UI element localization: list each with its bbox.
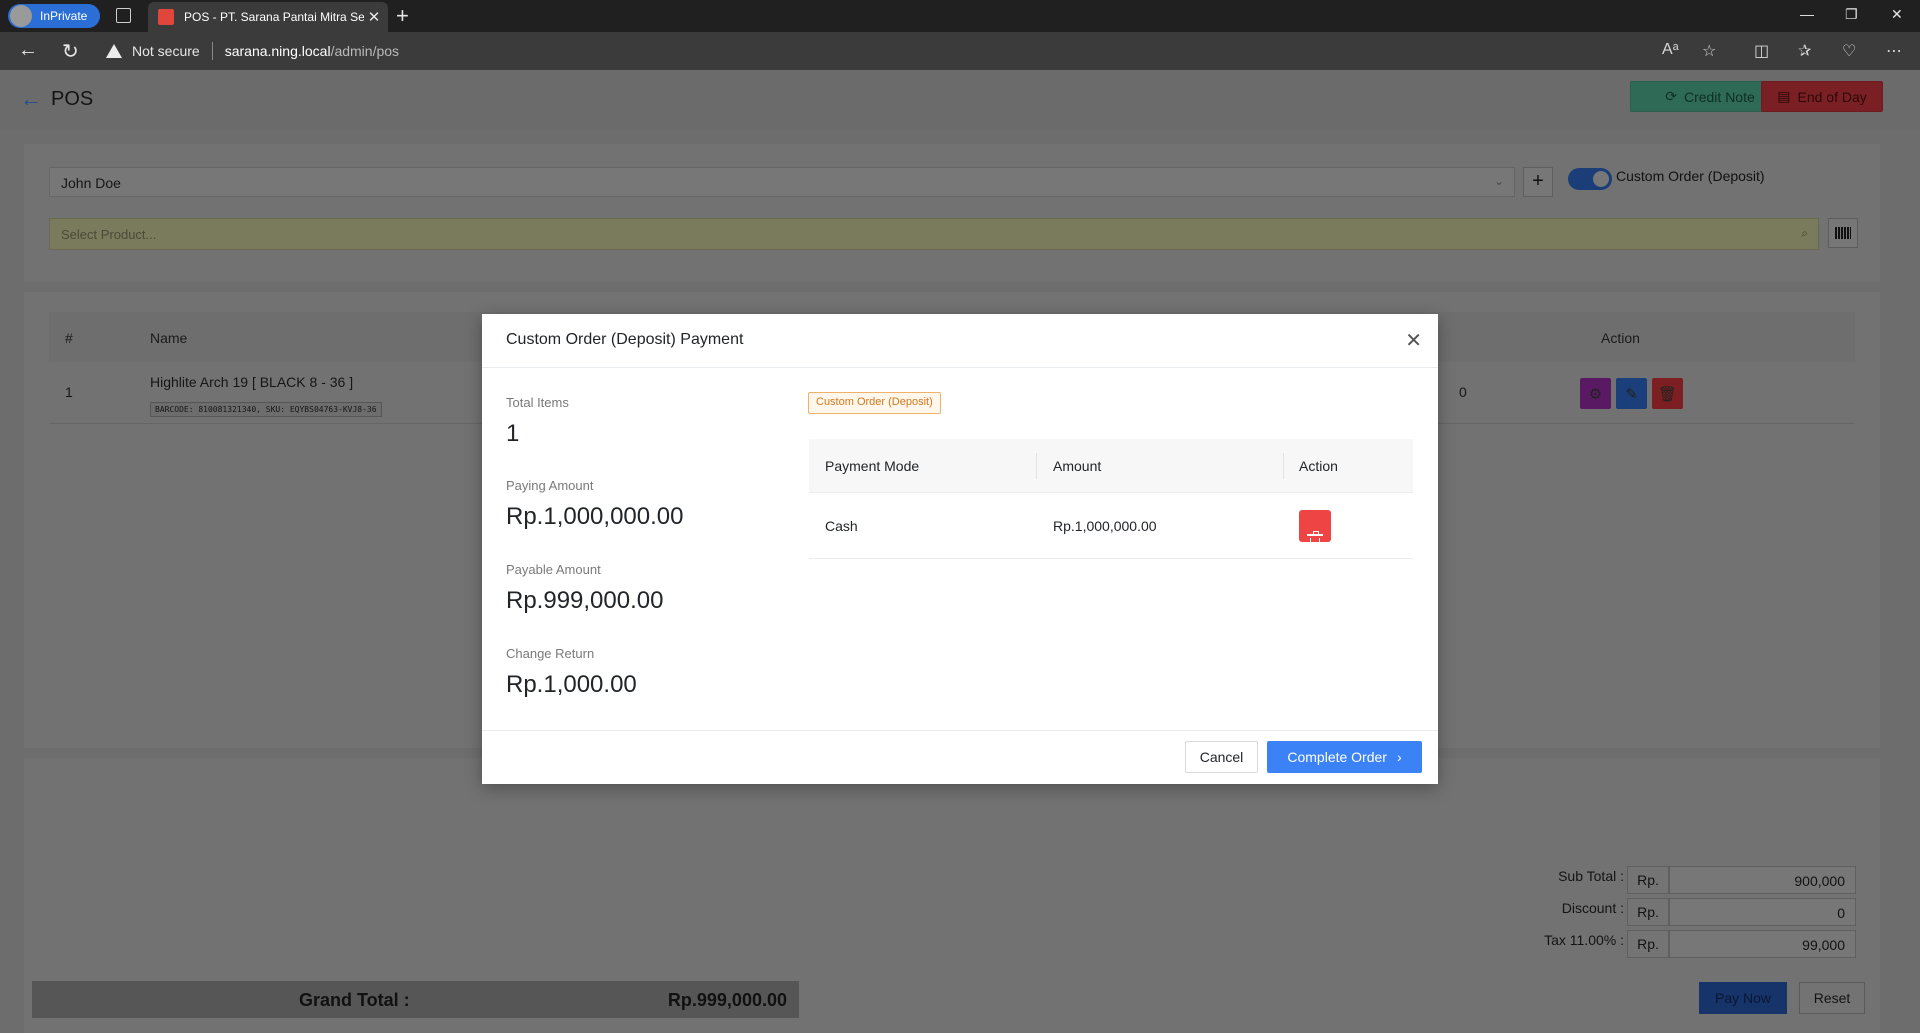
pay-now-button[interactable]: Pay Now xyxy=(1699,982,1787,1014)
back-icon[interactable]: ← xyxy=(18,39,38,62)
inprivate-badge[interactable]: InPrivate xyxy=(8,4,100,28)
warning-icon xyxy=(106,44,122,58)
browser-tab[interactable]: POS - PT. Sarana Pantai Mitra Se ✕ xyxy=(148,2,388,32)
discount-label: Discount : xyxy=(1561,900,1624,916)
more-menu-icon[interactable]: ⋯ xyxy=(1886,41,1902,61)
payments-table-header: Payment Mode Amount Action xyxy=(809,439,1413,493)
restore-icon[interactable]: ❐ xyxy=(1845,6,1858,23)
tab-close-icon[interactable]: ✕ xyxy=(364,8,384,26)
discount-field[interactable]: 0 xyxy=(1669,898,1856,926)
complete-order-button[interactable]: Complete Order › xyxy=(1267,741,1422,773)
grand-total-value: Rp.999,000.00 xyxy=(667,990,787,1010)
favorite-star-icon[interactable]: ☆ xyxy=(1702,41,1716,61)
refresh-icon[interactable]: ↻ xyxy=(62,39,79,64)
browser-essentials-icon[interactable]: ♡ xyxy=(1842,41,1856,61)
paying-amount-value: Rp.1,000,000.00 xyxy=(506,503,684,530)
grand-total-bar: Grand Total : Rp.999,000.00 xyxy=(32,981,799,1018)
custom-order-label: Custom Order (Deposit) xyxy=(1616,168,1765,184)
product-search-input[interactable]: Select Product... ⌕ xyxy=(49,218,1819,250)
barcode-scan-button[interactable] xyxy=(1828,218,1858,248)
grand-total-label: Grand Total : xyxy=(299,990,410,1010)
split-screen-icon[interactable]: ◫ xyxy=(1754,41,1769,61)
product-name: Highlite Arch 19 [ BLACK 8 - 36 ] xyxy=(150,374,354,390)
back-arrow-icon[interactable]: ← xyxy=(20,86,42,112)
document-icon: ▤ xyxy=(1777,88,1791,104)
paying-amount-label: Paying Amount xyxy=(506,478,594,493)
tax-label: Tax 11.00% : xyxy=(1544,932,1624,948)
minimize-icon[interactable]: — xyxy=(1800,6,1814,22)
order-form-card: John Doe ⌄ + Custom Order (Deposit) Sele… xyxy=(24,144,1880,282)
page-header: ← POS ⟳ Credit Note ▤ End of Day xyxy=(0,70,1920,130)
tab-title: POS - PT. Sarana Pantai Mitra Se xyxy=(184,10,364,24)
custom-order-toggle[interactable] xyxy=(1568,168,1612,190)
deposit-badge: Custom Order (Deposit) xyxy=(808,392,941,414)
cancel-button[interactable]: Cancel xyxy=(1185,741,1258,773)
browser-address-bar: ← ↻ Not secure sarana.ning.local /admin/… xyxy=(0,32,1920,70)
profile-avatar xyxy=(10,5,32,27)
trash-icon: 🗑 xyxy=(1657,385,1678,403)
delete-payment-button[interactable] xyxy=(1299,510,1331,549)
security-label: Not secure xyxy=(132,43,200,59)
total-items-label: Total Items xyxy=(506,395,569,410)
modal-title: Custom Order (Deposit) Payment xyxy=(506,331,744,348)
item-edit-button[interactable]: ✎ xyxy=(1616,378,1647,409)
close-icon[interactable]: ✕ xyxy=(1405,328,1422,353)
change-return-label: Change Return xyxy=(506,646,595,661)
window-close-icon[interactable]: ✕ xyxy=(1891,6,1903,23)
trash-icon xyxy=(1307,531,1323,549)
payment-modal: Custom Order (Deposit) Payment ✕ Total I… xyxy=(482,314,1438,784)
modal-footer: Cancel Complete Order › xyxy=(482,730,1438,784)
reset-button[interactable]: Reset xyxy=(1799,982,1865,1014)
inprivate-label: InPrivate xyxy=(40,9,88,23)
payment-mode: Cash xyxy=(825,518,858,534)
payable-amount-value: Rp.999,000.00 xyxy=(506,587,664,614)
refresh-icon: ⟳ xyxy=(1665,88,1677,104)
favorites-icon[interactable]: ✰ xyxy=(1798,41,1811,61)
gear-icon: ⚙ xyxy=(1588,385,1603,403)
tab-actions-icon[interactable] xyxy=(116,8,131,23)
product-meta-badge: BARCODE: 810081321340, SKU: EQYBS04763-K… xyxy=(150,402,382,417)
chevron-right-icon: › xyxy=(1396,749,1402,765)
payable-amount-label: Payable Amount xyxy=(506,562,601,577)
add-customer-button[interactable]: + xyxy=(1523,167,1553,197)
sub-total-field: 900,000 xyxy=(1669,866,1856,894)
search-icon: ⌕ xyxy=(1801,226,1808,240)
browser-tab-bar: InPrivate POS - PT. Sarana Pantai Mitra … xyxy=(0,0,1920,32)
change-return-value: Rp.1,000.00 xyxy=(506,671,637,698)
site-favicon-icon xyxy=(158,9,174,25)
url-path: /admin/pos xyxy=(330,43,400,59)
url-host: sarana.ning.local xyxy=(224,43,331,59)
totals-card: Sub Total : Rp. 900,000 Discount : Rp. 0… xyxy=(24,758,1880,1033)
table-row: Cash Rp.1,000,000.00 xyxy=(809,493,1413,559)
item-delete-button[interactable]: 🗑 xyxy=(1652,378,1683,409)
payments-table: Payment Mode Amount Action Cash Rp.1,000… xyxy=(809,439,1413,559)
sub-total-label: Sub Total : xyxy=(1558,868,1624,884)
page-title: POS xyxy=(51,88,94,110)
pencil-icon: ✎ xyxy=(1625,385,1638,403)
tax-field: 99,000 xyxy=(1669,930,1856,958)
end-of-day-button[interactable]: ▤ End of Day xyxy=(1761,81,1883,112)
item-settings-button[interactable]: ⚙ xyxy=(1580,378,1611,409)
payment-amount: Rp.1,000,000.00 xyxy=(1053,518,1157,534)
new-tab-icon[interactable]: + xyxy=(396,3,409,29)
url-field[interactable]: Not secure sarana.ning.local /admin/pos xyxy=(106,38,399,64)
modal-header: Custom Order (Deposit) Payment ✕ xyxy=(482,314,1438,368)
total-items-value: 1 xyxy=(506,420,520,447)
chevron-down-icon: ⌄ xyxy=(1493,174,1504,188)
barcode-icon xyxy=(1835,227,1851,239)
customer-select[interactable]: John Doe ⌄ xyxy=(49,167,1515,197)
read-aloud-icon[interactable]: Aᵃ xyxy=(1662,41,1679,59)
